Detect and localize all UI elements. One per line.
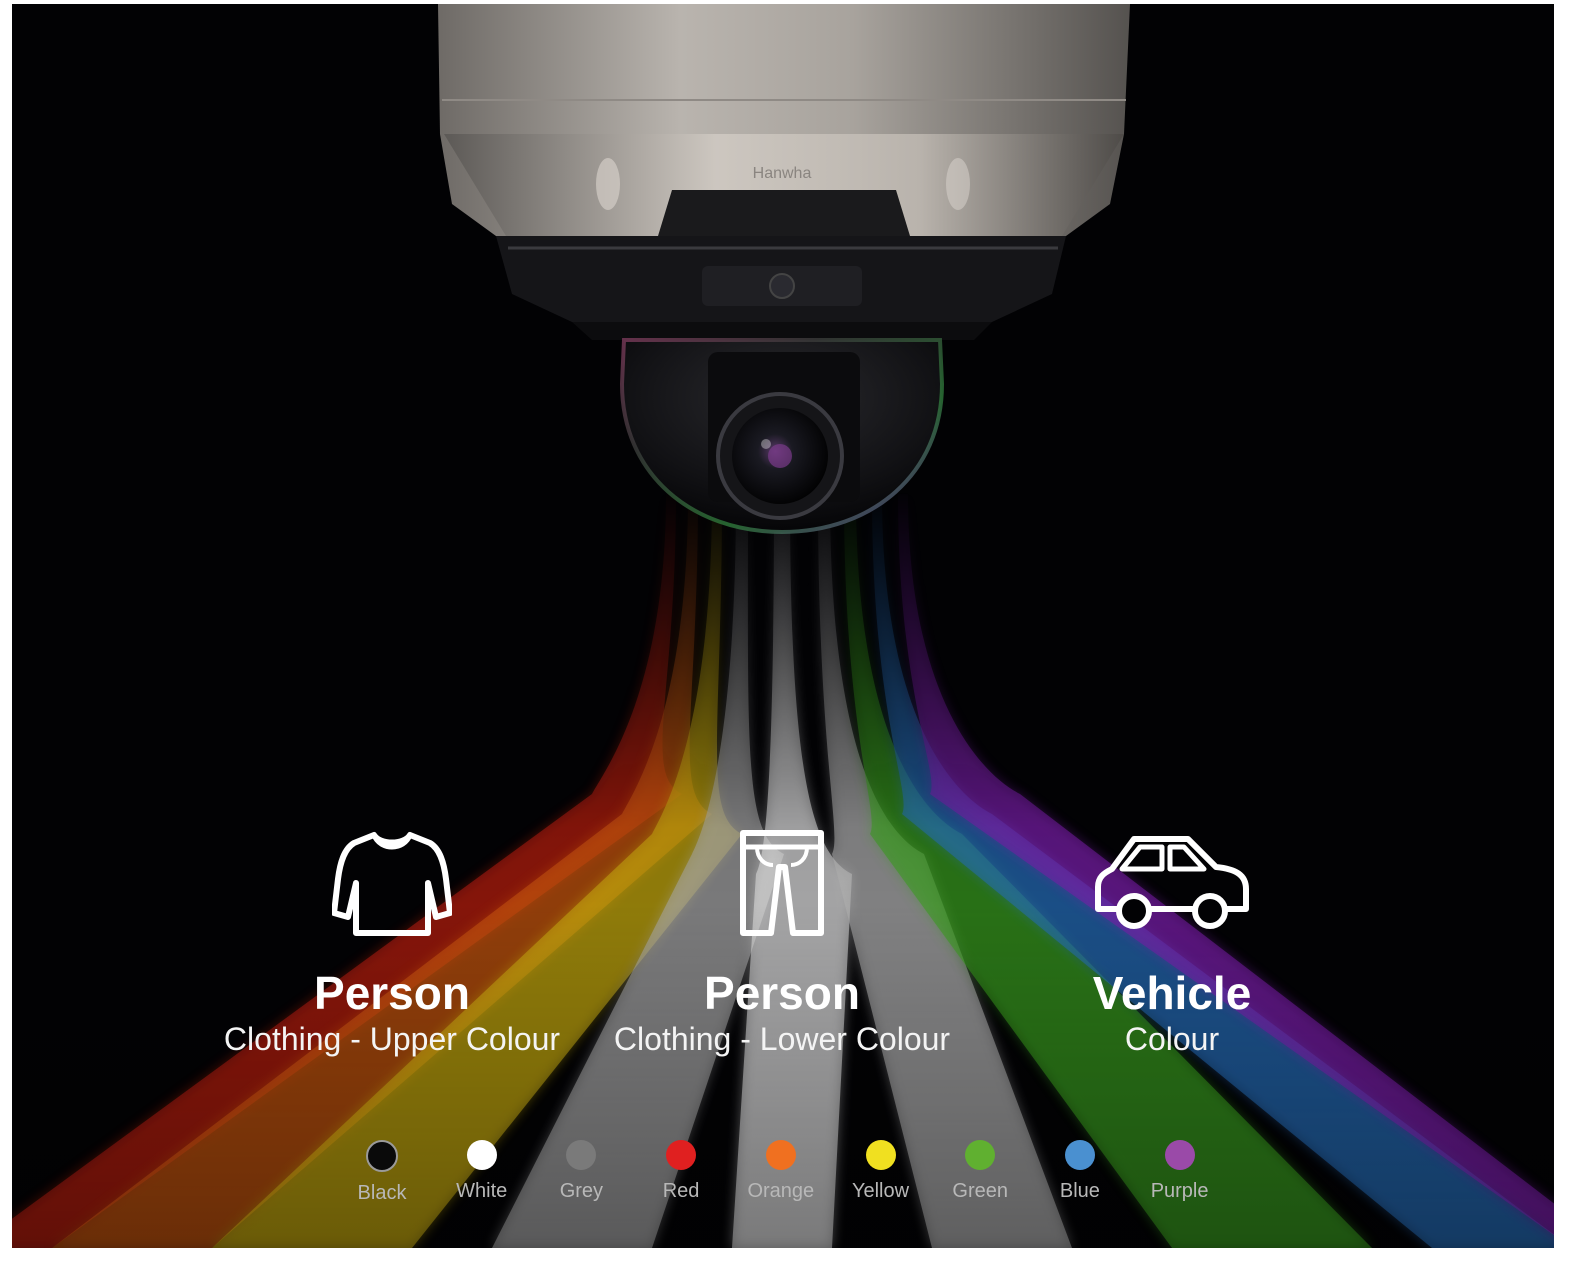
colour-dot [765,1140,796,1170]
category-person-lower: Person Clothing - Lower Colour [592,829,972,1059]
colour-swatch-red: Red [631,1140,731,1203]
colour-swatch-yellow: Yellow [831,1140,931,1203]
colour-label: Green [952,1180,1008,1202]
category-title: Person [704,967,860,1019]
colour-dot [666,1140,697,1170]
colour-swatch-white: White [432,1140,532,1203]
category-title: Person [314,967,470,1019]
category-title: Vehicle [1092,967,1252,1019]
category-person-upper: Person Clothing - Upper Colour [202,829,582,1059]
colour-dot [466,1140,497,1170]
colour-swatch-orange: Orange [731,1140,831,1203]
colour-dot [865,1140,896,1170]
car-icon [1095,836,1249,929]
colour-label: Purple [1150,1180,1209,1202]
hero-scene: Hanwha Person Clothing - Upper Colour Pe… [12,4,1554,1248]
colour-dot [366,1140,398,1172]
colour-label: White [456,1180,508,1202]
category-subtitle: Clothing - Upper Colour [223,1021,561,1057]
pants-icon [740,830,824,936]
colour-label: Grey [559,1180,604,1202]
category-subtitle: Colour [1124,1021,1220,1057]
colour-label: Orange [747,1180,815,1202]
colour-legend: Black White Grey Red Orange Yellow Green Blue Pu… [332,1140,1232,1220]
colour-swatch-grey: Grey [531,1140,631,1203]
colour-label: Red [662,1180,700,1202]
colour-swatch-blue: Blue [1030,1140,1130,1203]
colour-label: Black [357,1182,407,1204]
colour-dot [1164,1140,1195,1170]
colour-dot [965,1140,996,1170]
colour-label: Blue [1059,1180,1100,1202]
colour-swatch-green: Green [930,1140,1030,1203]
colour-dot [566,1140,597,1170]
colour-swatch-purple: Purple [1130,1140,1230,1203]
category-vehicle: Vehicle Colour [982,829,1362,1059]
shirt-icon [332,832,452,936]
colour-dot [1064,1140,1095,1170]
brand-logo: Hanwha [753,165,812,182]
colour-swatch-black: Black [332,1140,432,1205]
dome-camera: Hanwha [438,4,1130,535]
category-subtitle: Clothing - Lower Colour [613,1021,951,1057]
colour-label: Yellow [851,1180,910,1202]
